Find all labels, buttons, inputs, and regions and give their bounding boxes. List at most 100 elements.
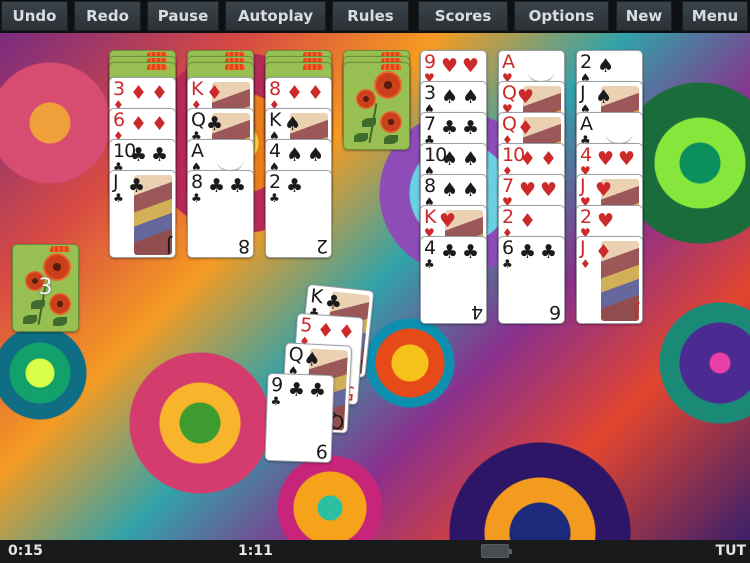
card-rank: J [113,171,119,193]
undo-button[interactable]: Undo [1,1,68,31]
card-pip-icon: ♥ [595,179,617,201]
card-rank: Q [502,113,517,135]
flower-pattern-icon [147,64,167,70]
redo-button[interactable]: Redo [74,1,141,31]
card-rank: 2 [580,206,592,228]
facedown-card[interactable] [343,62,410,150]
playing-card[interactable]: 9 ♣ ♣♣ 9 [264,372,335,464]
game-mode-label: TUT [715,543,746,559]
card-pip-icon: ♦♦ [286,82,329,104]
card-suit-icon: ♦ [580,257,591,271]
card-pip-icon: ♠♠ [441,86,484,108]
flower-pattern-icon [50,246,70,252]
playing-card[interactable]: 6 ♣ ♣♣ 6 [498,236,565,324]
card-suit-icon: ♣ [424,257,435,271]
status-bar: 0:15 1:11 TUT [0,540,750,563]
card-rank: K [191,78,204,100]
flower-pattern-icon [381,64,401,70]
card-rank: A [580,113,593,135]
card-rank-bottom: J [634,301,639,323]
leaf-icon [31,300,45,309]
card-rank: 3 [113,78,125,100]
card-suit-icon: ♣ [502,257,513,271]
flower-bloom-icon [380,111,402,133]
card-rank: A [191,140,204,162]
card-rank-bottom: 2 [316,235,328,257]
stock-count: 3 [38,275,53,300]
card-pip-icon: ♣♣ [441,117,484,139]
playing-card[interactable]: 8 ♣ ♣♣ 8 [187,170,254,258]
leaf-icon [384,135,398,144]
rules-button[interactable]: Rules [332,1,409,31]
card-pip-icon: ♦♦ [130,82,173,104]
ace-ornament-icon [605,119,633,145]
playing-card[interactable]: 2 ♣ ♣ 2 [265,170,332,258]
card-rank: J [580,175,586,197]
flower-pattern-icon [225,64,245,70]
leaf-icon [53,317,67,326]
autoplay-button[interactable]: Autoplay [225,1,326,31]
card-rank-bottom: J [167,235,172,257]
card-rank: A [502,51,515,73]
card-rank: 8 [424,175,436,197]
card-pip-icon: ♠ [597,55,619,77]
stock-pile[interactable]: 3 [12,244,79,332]
flower-pattern-icon [303,64,323,70]
card-rank: Q [502,82,517,104]
card-pip-icon: ♥ [439,210,461,232]
card-rank: 3 [424,82,436,104]
card-rank: K [269,109,282,131]
card-pip-icon: ♥♥ [441,55,484,77]
flower-bloom-icon [374,71,402,99]
game-table: 3♦♦♦36♦♦♦610♣♣♣10J♣♣JK♦♦KQ♣♣QA♠A8♣♣♣88♦♦… [0,33,750,540]
new-game-button[interactable]: New [616,1,672,31]
card-rank: 4 [580,144,592,166]
card-rank: 6 [113,109,125,131]
card-rank: J [580,82,586,104]
scores-button[interactable]: Scores [418,1,508,31]
leaf-icon [362,118,376,127]
playing-card[interactable]: 4 ♣ ♣♣ 4 [420,236,487,324]
leaf-icon [23,315,37,324]
card-pip-icon: ♣ [128,175,150,197]
leaf-icon [354,133,368,142]
menu-button[interactable]: Menu [682,1,748,31]
card-pip-icon: ♦♦ [130,113,173,135]
card-pip-icon: ♠♠ [441,148,484,170]
card-rank-bottom: 9 [316,439,329,463]
card-pip-icon: ♣♣ [130,144,173,166]
card-pip-icon: ♣ [286,175,308,197]
card-rank: J [580,237,586,259]
card-pip-icon: ♣♣ [519,241,562,263]
playing-card[interactable]: J ♣ ♣ J [109,170,176,258]
playing-card[interactable]: J ♦ ♦ J [576,236,643,324]
card-pip-icon: ♠♠ [441,179,484,201]
card-pip-icon: ♣ [323,290,348,315]
card-pip-icon: ♣ [206,113,228,135]
pause-button[interactable]: Pause [147,1,219,31]
card-rank: 7 [502,175,514,197]
card-rank-bottom: 8 [238,235,250,257]
card-suit-icon: ♣ [270,393,282,409]
card-pip-icon: ♥♥ [597,148,640,170]
card-rank: 7 [424,113,436,135]
card-pip-icon: ♣♣ [287,378,331,403]
card-rank-bottom: 6 [549,301,561,323]
card-rank: 2 [580,51,592,73]
card-pip-icon: ♥♥ [519,179,562,201]
card-pip-icon: ♠♠ [286,144,329,166]
card-pip-icon: ♠ [302,348,326,372]
card-rank: K [424,206,437,228]
card-pip-icon: ♦♦ [316,319,360,345]
clock-time: 1:11 [238,543,273,559]
card-pip-icon: ♠ [595,86,617,108]
options-button[interactable]: Options [514,1,609,31]
card-pip-icon: ♦ [595,241,617,263]
card-pip-icon: ♦♦ [519,148,562,170]
card-rank: 8 [191,171,203,193]
ace-ornament-icon [527,57,555,83]
card-pip-icon: ♦ [519,210,541,232]
flower-bloom-icon [356,89,376,109]
ace-ornament-icon [216,146,244,172]
card-rank: 2 [502,206,514,228]
